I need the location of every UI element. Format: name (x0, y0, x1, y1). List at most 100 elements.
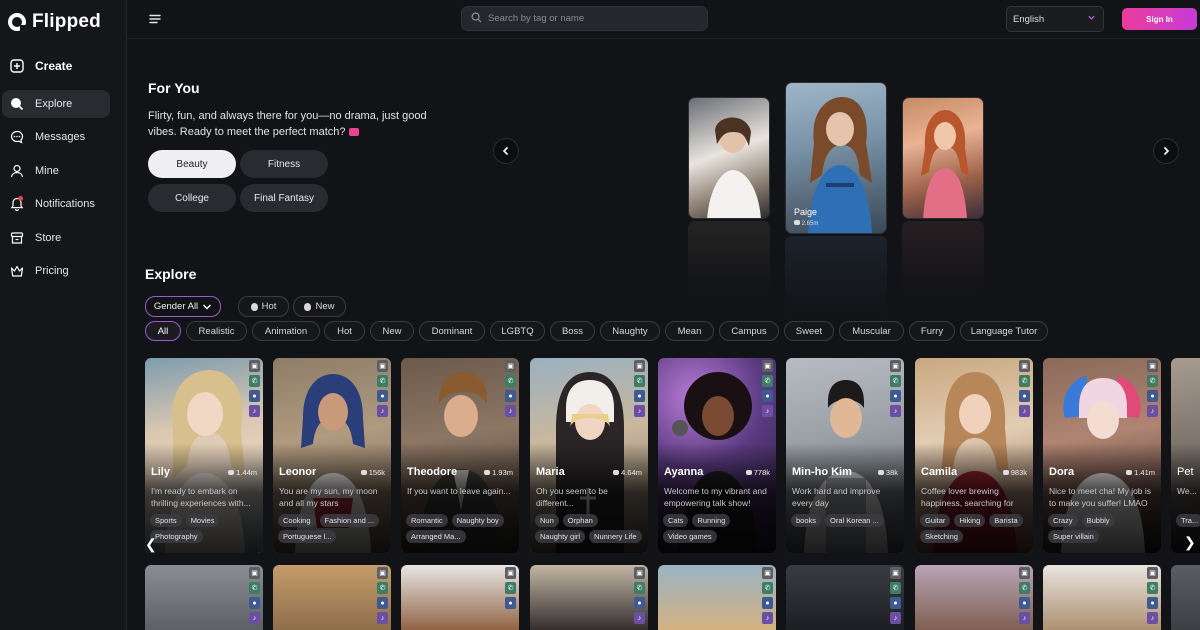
video-icon: ● (1019, 390, 1030, 402)
filter-animation[interactable]: Animation (252, 321, 320, 341)
image-icon: ▣ (890, 360, 901, 372)
character-name: Leonor (279, 466, 317, 478)
image-icon: ▣ (762, 360, 773, 372)
mic-icon: ♪ (377, 612, 388, 624)
mic-icon: ♪ (1147, 612, 1158, 624)
filter-language-tutor[interactable]: Language Tutor (960, 321, 1048, 341)
filter-lgbtq[interactable]: LGBTQ (490, 321, 545, 341)
sidebar-item-store[interactable]: Store (0, 224, 110, 252)
image-icon: ▣ (377, 567, 388, 579)
filter-new[interactable]: New (370, 321, 414, 341)
character-card-maria[interactable]: ▣ ✆ ● ♪ Maria 4.64m Oh you seem to be diffe… (530, 358, 648, 553)
gender-filter-dropdown[interactable]: Gender All (145, 296, 221, 317)
phone-icon: ✆ (762, 375, 773, 387)
phone-icon: ✆ (762, 582, 773, 594)
character-tag: Naughty girl (535, 530, 586, 543)
card-feature-icons: ▣ ✆ ● ♪ (762, 567, 774, 624)
language-select[interactable]: English (1006, 6, 1104, 32)
brand-logo[interactable]: Flipped (8, 11, 101, 33)
character-tags: Cats Running Video games (663, 514, 773, 543)
character-card[interactable]: ▣ ✆ ● (401, 565, 519, 630)
filter-all[interactable]: All (145, 321, 181, 341)
character-card[interactable]: ▣ ✆ ● ♪ (530, 565, 648, 630)
sidebar-item-notifications[interactable]: Notifications (0, 190, 110, 218)
mic-icon: ♪ (890, 612, 901, 624)
character-card[interactable]: ▣ ✆ ● ♪ (273, 565, 391, 630)
sidebar-item-mine[interactable]: Mine (0, 157, 110, 185)
character-name: Min-ho Kim (792, 466, 852, 478)
character-card-ayanna[interactable]: ▣ ✆ ● ♪ Ayanna 778k Welcome to my vibrant a… (658, 358, 776, 553)
top-bar: English Sign In (127, 0, 1200, 39)
brand-name: Flipped (32, 11, 101, 32)
character-card-lily[interactable]: ▣ ✆ ● ♪ Lily 1.44m I'm ready to embark on t… (145, 358, 263, 553)
sidebar-item-label: Create (35, 59, 73, 73)
image-icon: ▣ (1019, 567, 1030, 579)
character-card-partial[interactable]: Pet We... Tra... ... (1171, 358, 1200, 553)
chat-count-icon (613, 470, 620, 475)
card-feature-icons: ▣ ✆ ● (505, 567, 517, 609)
character-card-theodore[interactable]: ▣ ✆ ● ♪ Theodore 1.93m If you want to leave… (401, 358, 519, 553)
featured-character-card[interactable] (688, 97, 770, 219)
user-icon (10, 164, 24, 178)
filter-campus[interactable]: Campus (719, 321, 779, 341)
carousel-prev-button[interactable] (493, 138, 519, 164)
foryou-title: For You (148, 80, 200, 96)
filter-furry[interactable]: Furry (909, 321, 955, 341)
character-card-min-ho-kim[interactable]: ▣ ✆ ● ♪ Min-ho Kim 38k Work hard and improv… (786, 358, 904, 553)
character-card[interactable]: ▣ ✆ ● ♪ (915, 565, 1033, 630)
video-icon: ● (249, 390, 260, 402)
chevron-left-icon[interactable]: ❮ (145, 536, 157, 553)
character-name: Pet (1177, 466, 1194, 478)
sort-new-label: New (315, 301, 335, 312)
character-tag: books (791, 514, 822, 527)
foryou-description: Flirty, fun, and always there for you—no… (148, 109, 448, 140)
card-feature-icons: ▣ ✆ ● ♪ (890, 567, 902, 624)
character-card[interactable]: ▣ ✆ ● ♪ (786, 565, 904, 630)
filter-hot[interactable]: Hot (324, 321, 365, 341)
video-icon: ● (1019, 597, 1030, 609)
filter-naughty[interactable]: Naughty (600, 321, 660, 341)
character-tag: Photography (150, 530, 203, 543)
carousel-next-button[interactable] (1153, 138, 1179, 164)
search-input[interactable] (488, 13, 698, 24)
character-tag: Crazy (1048, 514, 1078, 527)
character-tag: Video games (663, 530, 717, 543)
category-fitness[interactable]: Fitness (240, 150, 328, 178)
plus-square-icon (10, 59, 24, 73)
character-card[interactable] (1171, 565, 1200, 630)
filter-sweet[interactable]: Sweet (784, 321, 834, 341)
sidebar-item-messages[interactable]: Messages (0, 123, 110, 151)
chevron-right-icon[interactable]: ❯ (1184, 534, 1196, 551)
filter-mean[interactable]: Mean (665, 321, 714, 341)
filter-boss[interactable]: Boss (550, 321, 595, 341)
mic-icon: ♪ (762, 405, 773, 417)
character-card-camila[interactable]: ▣ ✆ ● ♪ Camila 983k Coffee lover brewing ha… (915, 358, 1033, 553)
character-card-dora[interactable]: ▣ ✆ ● ♪ Dora 1.41m Nice to meet cha! My job… (1043, 358, 1161, 553)
character-name: Lily (151, 466, 170, 478)
character-chat-count: 38k (877, 468, 898, 477)
video-icon: ● (377, 597, 388, 609)
character-card[interactable]: ▣ ✆ ● ♪ (1043, 565, 1161, 630)
featured-card-reflection (902, 221, 984, 291)
sort-hot-button[interactable]: Hot (238, 296, 289, 317)
sidebar-item-explore[interactable]: Explore (2, 90, 110, 118)
category-final-fantasy[interactable]: Final Fantasy (240, 184, 328, 212)
featured-character-card-paige[interactable]: Paige 2.65m (785, 82, 887, 234)
sidebar-item-pricing[interactable]: Pricing (0, 257, 110, 285)
filter-realistic[interactable]: Realistic (186, 321, 247, 341)
sign-in-button[interactable]: Sign In (1122, 8, 1197, 30)
filter-dominant[interactable]: Dominant (419, 321, 485, 341)
filter-muscular[interactable]: Muscular (839, 321, 904, 341)
category-beauty[interactable]: Beauty (148, 150, 236, 178)
character-card-leonor[interactable]: ▣ ✆ ● ♪ Leonor 156k You are my sun, my moon… (273, 358, 391, 553)
character-card[interactable]: ▣ ✆ ● ♪ (658, 565, 776, 630)
card-feature-icons: ▣ ✆ ● ♪ (1147, 360, 1159, 417)
character-card[interactable]: ▣ ✆ ● ♪ (145, 565, 263, 630)
sidebar-item-create[interactable]: Create (0, 52, 110, 80)
menu-icon[interactable] (148, 12, 162, 26)
sort-new-button[interactable]: New (293, 296, 346, 317)
featured-character-card[interactable] (902, 97, 984, 219)
phone-icon: ✆ (634, 375, 645, 387)
phone-icon: ✆ (1019, 375, 1030, 387)
category-college[interactable]: College (148, 184, 236, 212)
